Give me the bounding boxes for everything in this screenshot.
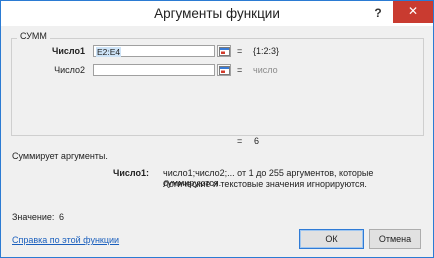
cancel-button[interactable]: Отмена xyxy=(369,229,421,249)
arg2-input[interactable] xyxy=(93,64,215,76)
value-result: 6 xyxy=(59,212,65,222)
arg-help-label: Число1: xyxy=(113,168,149,178)
ok-button[interactable]: ОК xyxy=(299,229,364,249)
arg1-input[interactable]: E2:E4 xyxy=(93,45,215,57)
formula-result-value: 6 xyxy=(254,136,260,146)
arg1-label: Число1 xyxy=(52,46,85,56)
arg1-input-value: E2:E4 xyxy=(96,47,122,57)
help-button[interactable]: ? xyxy=(368,3,388,23)
collapse-dialog-icon xyxy=(219,66,230,75)
arg2-label: Число2 xyxy=(54,65,85,75)
arg2-result: число xyxy=(253,65,278,75)
arg1-result: {1:2:3} xyxy=(253,46,280,56)
value-label: Значение: xyxy=(12,212,55,222)
arg-help-line2: Логические и текстовые значения игнориру… xyxy=(163,179,367,189)
arg2-equals: = xyxy=(237,65,243,75)
arg2-ref-button[interactable] xyxy=(217,64,231,76)
close-button[interactable]: ✕ xyxy=(393,1,433,23)
arg1-ref-button[interactable] xyxy=(217,45,231,57)
function-description: Суммирует аргументы. xyxy=(12,151,108,161)
arg1-equals: = xyxy=(237,46,243,56)
formula-result-equals: = xyxy=(237,136,243,146)
function-arguments-dialog: Аргументы функции ? ✕ СУММ Число1 E2:E4 … xyxy=(0,0,434,258)
function-help-link[interactable]: Справка по этой функции xyxy=(12,235,119,245)
collapse-dialog-icon xyxy=(219,47,230,56)
function-name: СУММ xyxy=(17,31,50,41)
title-bar: Аргументы функции ? ✕ xyxy=(1,1,433,26)
